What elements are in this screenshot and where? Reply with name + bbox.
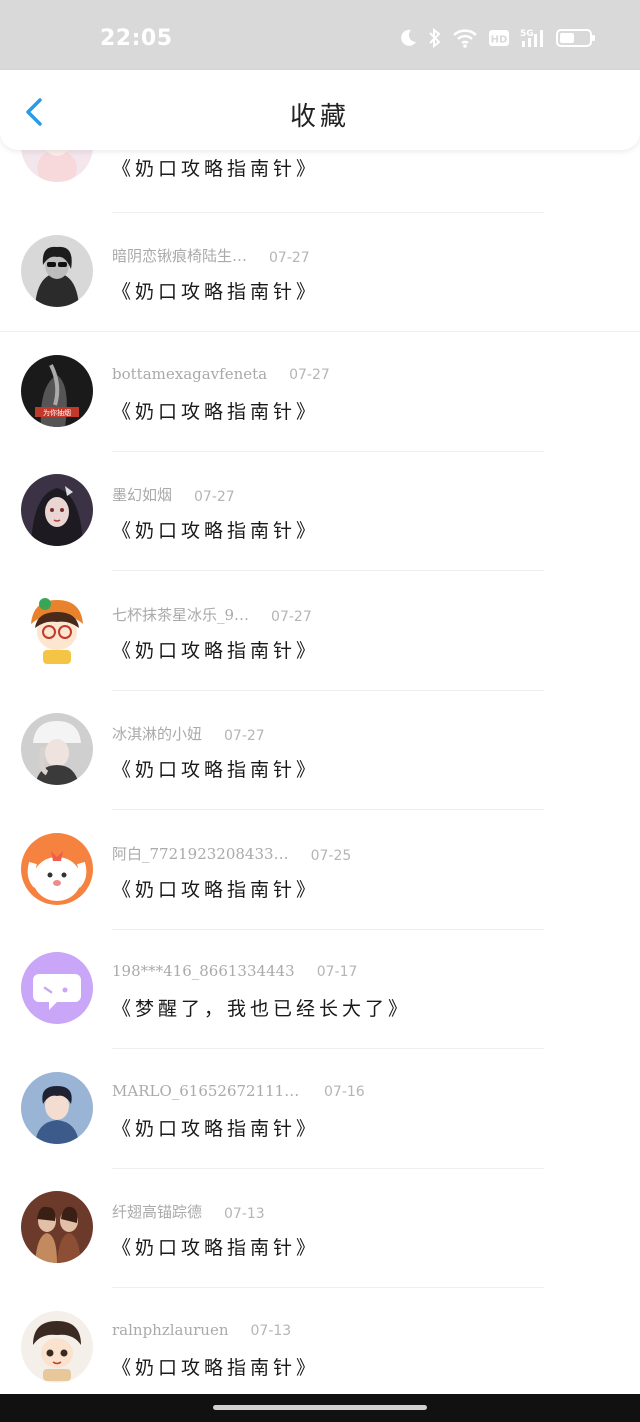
item-date: 07-27 xyxy=(271,609,312,625)
avatar[interactable] xyxy=(21,833,93,905)
item-nickname: bottamexagavfeneta xyxy=(112,365,268,383)
item-message: 《奶口攻略指南针》 xyxy=(112,1237,320,1259)
avatar[interactable] xyxy=(21,474,93,546)
svg-text:为你抽烟: 为你抽烟 xyxy=(43,408,71,417)
divider xyxy=(112,570,544,571)
item-nickname: 暗阴恋锹痕椅陆生… xyxy=(112,247,248,265)
list-item[interactable]: 《奶口攻略指南针》 xyxy=(0,150,640,213)
avatar[interactable] xyxy=(21,1072,93,1144)
item-message: 《奶口攻略指南针》 xyxy=(112,158,320,180)
item-meta: bottamexagavfeneta 07-27 xyxy=(112,365,330,383)
status-icons: HD 5G xyxy=(398,27,596,49)
divider xyxy=(112,809,544,810)
system-nav-bar xyxy=(0,1394,640,1422)
avatar[interactable] xyxy=(21,594,93,666)
item-date: 07-17 xyxy=(316,964,358,980)
list-item[interactable]: 为你抽烟 bottamexagavfeneta 07-27 《奶口攻略指南针》 xyxy=(0,333,640,452)
status-bar: 22:05 HD 5G xyxy=(0,0,640,70)
item-nickname: 阿白_7721923208433… xyxy=(112,845,289,863)
item-nickname: 198***416_8661334443 xyxy=(112,962,295,980)
item-message: 《奶口攻略指南针》 xyxy=(112,520,320,542)
avatar[interactable] xyxy=(21,952,93,1024)
avatar[interactable]: 为你抽烟 xyxy=(21,355,93,427)
item-nickname: 纤翅高锚踪德 xyxy=(112,1203,203,1221)
item-meta: 七杯抹茶星冰乐_9… 07-27 xyxy=(112,604,312,625)
item-nickname: 冰淇淋的小妞 xyxy=(112,725,203,743)
5g-signal-icon: 5G xyxy=(520,27,546,49)
app-header: 收藏 xyxy=(0,70,640,150)
list-item[interactable]: 墨幻如烟 07-27 《奶口攻略指南针》 xyxy=(0,452,640,571)
status-time: 22:05 xyxy=(100,26,173,51)
moon-icon xyxy=(398,28,418,48)
item-meta: MARLO_6165267211164 07-16 xyxy=(112,1082,365,1100)
item-message: 《奶口攻略指南针》 xyxy=(112,281,320,303)
item-date: 07-25 xyxy=(310,848,352,864)
svg-text:HD: HD xyxy=(491,35,508,46)
item-meta: 冰淇淋的小妞 07-27 xyxy=(112,723,265,744)
item-date: 07-13 xyxy=(224,1206,265,1222)
item-date: 07-27 xyxy=(224,728,265,744)
avatar[interactable] xyxy=(21,235,93,307)
avatar[interactable] xyxy=(21,1311,93,1383)
divider xyxy=(0,331,640,332)
item-meta: ralnphzlauruen 07-13 xyxy=(112,1321,291,1339)
hd-icon: HD xyxy=(488,29,510,47)
home-indicator[interactable] xyxy=(213,1405,427,1410)
item-message: 《奶口攻略指南针》 xyxy=(112,401,320,423)
item-nickname: 墨幻如烟 xyxy=(112,486,173,504)
item-date: 07-27 xyxy=(289,367,330,383)
item-message: 《奶口攻略指南针》 xyxy=(112,759,320,781)
item-meta: 纤翅高锚踪德 07-13 xyxy=(112,1201,265,1222)
item-meta: 198***416_8661334443 07-17 xyxy=(112,962,357,980)
list-item[interactable]: ralnphzlauruen 07-13 《奶口攻略指南针》 xyxy=(0,1289,640,1395)
battery-icon xyxy=(556,28,596,48)
avatar[interactable] xyxy=(21,150,93,182)
item-message: 《奶口攻略指南针》 xyxy=(112,1118,320,1140)
item-meta: 墨幻如烟 07-27 xyxy=(112,484,235,505)
item-nickname: 七杯抹茶星冰乐_9… xyxy=(112,606,250,624)
divider xyxy=(112,1287,544,1288)
item-date: 07-16 xyxy=(324,1084,365,1100)
item-message: 《奶口攻略指南针》 xyxy=(112,879,320,901)
bluetooth-icon xyxy=(428,27,442,49)
page-title: 收藏 xyxy=(289,102,350,132)
item-date: 07-27 xyxy=(194,489,235,505)
list-item[interactable]: MARLO_6165267211164 07-16 《奶口攻略指南针》 xyxy=(0,1050,640,1169)
item-date: 07-13 xyxy=(250,1323,292,1339)
divider xyxy=(112,1048,544,1049)
item-date: 07-27 xyxy=(269,250,310,266)
item-message: 《奶口攻略指南针》 xyxy=(112,1357,320,1379)
favorites-list: 《奶口攻略指南针》 暗阴恋锹痕椅陆生… 07-27 《奶口攻略指南针》 为你抽烟 … xyxy=(0,150,640,1395)
avatar[interactable] xyxy=(21,713,93,785)
item-meta: 阿白_7721923208433… 07-25 xyxy=(112,843,351,864)
item-nickname: MARLO_6165267211164 xyxy=(112,1082,302,1100)
item-message: 《梦醒了，我也已经长大了》 xyxy=(112,998,412,1020)
list-item[interactable]: 冰淇淋的小妞 07-27 《奶口攻略指南针》 xyxy=(0,691,640,810)
item-nickname: ralnphzlauruen xyxy=(112,1321,229,1339)
svg-text:5G: 5G xyxy=(520,29,534,39)
list-item[interactable]: 暗阴恋锹痕椅陆生… 07-27 《奶口攻略指南针》 xyxy=(0,213,640,332)
list-item[interactable]: 阿白_7721923208433… 07-25 《奶口攻略指南针》 xyxy=(0,811,640,930)
list-item[interactable]: 七杯抹茶星冰乐_9… 07-27 《奶口攻略指南针》 xyxy=(0,572,640,691)
item-meta: 暗阴恋锹痕椅陆生… 07-27 xyxy=(112,245,310,266)
wifi-icon xyxy=(452,28,478,48)
avatar[interactable] xyxy=(21,1191,93,1263)
item-message: 《奶口攻略指南针》 xyxy=(112,640,320,662)
list-item[interactable]: 纤翅高锚踪德 07-13 《奶口攻略指南针》 xyxy=(0,1169,640,1288)
list-item[interactable]: 198***416_8661334443 07-17 《梦醒了，我也已经长大了》 xyxy=(0,930,640,1049)
